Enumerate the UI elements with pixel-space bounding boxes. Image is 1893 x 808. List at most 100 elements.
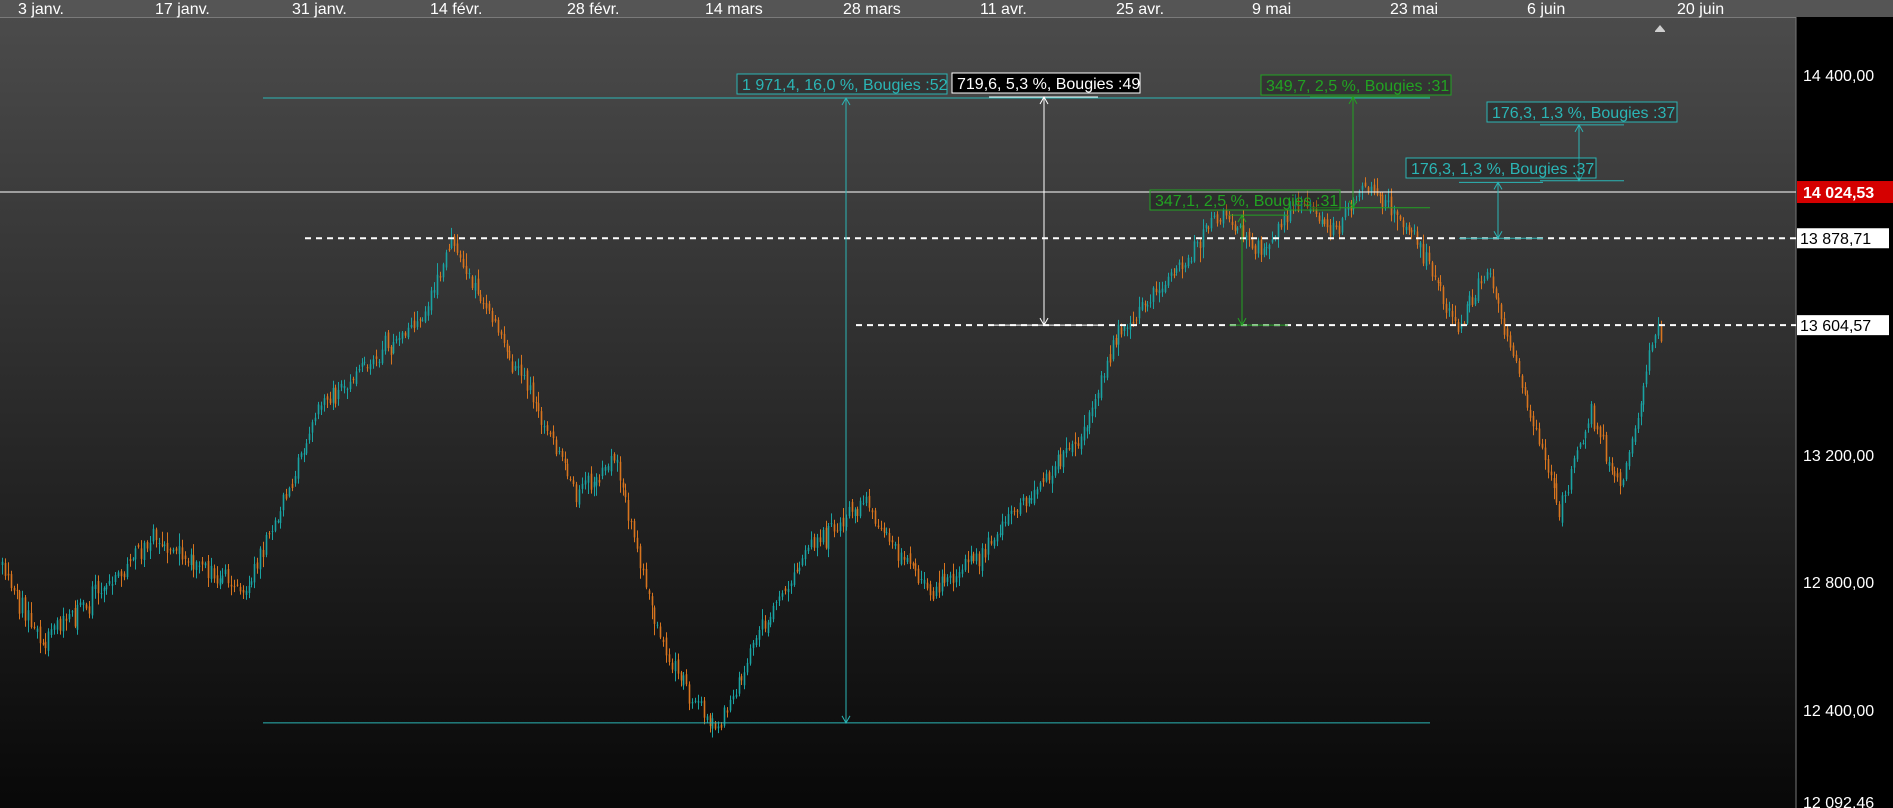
candle-body bbox=[340, 383, 343, 388]
candle-body bbox=[537, 403, 540, 412]
candle-body bbox=[18, 591, 21, 614]
candle-body bbox=[854, 509, 857, 517]
candle-body bbox=[479, 294, 482, 302]
candle-body bbox=[1431, 262, 1434, 277]
candle-body bbox=[1216, 214, 1219, 224]
candle-body bbox=[990, 541, 993, 544]
candle-body bbox=[778, 596, 781, 601]
candle-body bbox=[462, 258, 465, 268]
candle-body bbox=[1187, 257, 1190, 267]
candle-body bbox=[1318, 215, 1321, 222]
candle-body bbox=[900, 552, 903, 565]
candle-body bbox=[653, 607, 656, 624]
candle-body bbox=[540, 411, 543, 425]
candle-body bbox=[395, 339, 398, 341]
candle-body bbox=[1196, 242, 1199, 244]
candle-body bbox=[761, 619, 764, 630]
candle-body bbox=[1280, 223, 1283, 228]
candle-body bbox=[511, 361, 514, 373]
candle-body bbox=[1077, 443, 1080, 446]
candle-body bbox=[1120, 327, 1123, 335]
candle-body bbox=[65, 618, 68, 621]
candle-body bbox=[639, 546, 642, 569]
candle-body bbox=[1512, 345, 1515, 356]
candle-body bbox=[320, 405, 323, 410]
candle-body bbox=[242, 590, 245, 593]
candle-body bbox=[1468, 295, 1471, 306]
candle-body bbox=[47, 631, 50, 651]
candle-body bbox=[1234, 224, 1237, 232]
candle-body bbox=[7, 573, 10, 576]
candle-body bbox=[1613, 471, 1616, 477]
candle-body bbox=[1492, 276, 1495, 289]
candle-body bbox=[378, 361, 381, 363]
candle-body bbox=[4, 563, 7, 576]
candle-body bbox=[456, 243, 459, 253]
candle-body bbox=[1321, 219, 1324, 225]
candle-body bbox=[314, 417, 317, 422]
candle-body bbox=[1117, 324, 1120, 345]
candle-body bbox=[952, 573, 955, 583]
candle-body bbox=[94, 584, 97, 589]
measure-label: 349,7, 2,5 %, Bougies :31 bbox=[1266, 78, 1449, 95]
candle-body bbox=[691, 702, 694, 704]
candle-body bbox=[488, 303, 491, 311]
candle-body bbox=[535, 402, 538, 404]
price-chart[interactable]: 3 janv. 17 janv. 31 janv. 14 févr. 28 févr. 1… bbox=[0, 0, 1893, 808]
candle-body bbox=[126, 563, 129, 577]
candle-body bbox=[1573, 458, 1576, 468]
candle-body bbox=[1567, 492, 1570, 494]
candle-body bbox=[68, 614, 71, 620]
candle-body bbox=[1286, 214, 1289, 223]
candle-body bbox=[955, 576, 958, 583]
candle-body bbox=[984, 549, 987, 558]
candle-body bbox=[201, 561, 204, 565]
candle-body bbox=[972, 553, 975, 562]
y-axis-label: 14 400,00 bbox=[1803, 68, 1874, 85]
candle-body bbox=[137, 545, 140, 547]
candle-body bbox=[33, 626, 36, 629]
candle-body bbox=[465, 265, 468, 274]
candle-body bbox=[210, 565, 213, 579]
candle-body bbox=[352, 378, 355, 381]
measure-label: 176,3, 1,3 %, Bougies :37 bbox=[1492, 105, 1675, 122]
candle-body bbox=[987, 537, 990, 555]
candle-body bbox=[265, 534, 268, 555]
candle-body bbox=[943, 573, 946, 583]
candle-body bbox=[897, 543, 900, 561]
candle-body bbox=[825, 527, 828, 548]
candle-body bbox=[917, 568, 920, 583]
candle-body bbox=[1071, 443, 1074, 453]
level-badge-label: 13 878,71 bbox=[1800, 231, 1871, 248]
candle-body bbox=[1500, 304, 1503, 319]
x-axis-label: 6 juin bbox=[1527, 1, 1565, 18]
candle-body bbox=[381, 349, 384, 364]
candle-body bbox=[1181, 262, 1184, 269]
x-axis-label: 3 janv. bbox=[18, 1, 64, 18]
candle-body bbox=[140, 548, 143, 559]
candle-body bbox=[764, 620, 767, 629]
candle-body bbox=[909, 553, 912, 564]
candle-body bbox=[949, 575, 952, 578]
plot-area[interactable] bbox=[0, 17, 1796, 808]
candle-body bbox=[619, 461, 622, 481]
candle-body bbox=[769, 616, 772, 625]
candle-body bbox=[1059, 454, 1062, 467]
candle-body bbox=[903, 556, 906, 560]
candle-body bbox=[1332, 222, 1335, 235]
candle-body bbox=[970, 555, 973, 562]
candle-body bbox=[161, 544, 164, 546]
candle-body bbox=[1257, 240, 1260, 254]
candle-body bbox=[1611, 463, 1614, 471]
candle-body bbox=[1483, 279, 1486, 281]
candle-body bbox=[491, 311, 494, 323]
candle-body bbox=[964, 558, 967, 570]
candle-body bbox=[967, 559, 970, 563]
candle-body bbox=[277, 521, 280, 523]
candle-body bbox=[851, 501, 854, 512]
candle-body bbox=[224, 569, 227, 575]
candle-body bbox=[1109, 354, 1112, 363]
candle-body bbox=[195, 561, 198, 570]
x-axis-label: 20 juin bbox=[1677, 1, 1724, 18]
candle-body bbox=[700, 701, 703, 704]
